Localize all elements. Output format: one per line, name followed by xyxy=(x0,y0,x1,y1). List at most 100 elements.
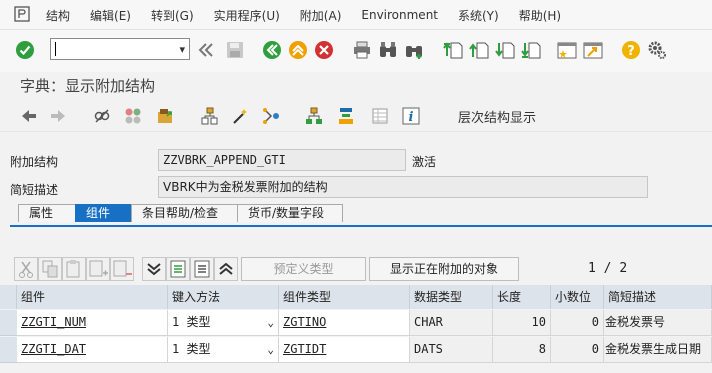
page-current: 1 xyxy=(588,261,596,276)
delete-row-icon xyxy=(113,260,132,277)
page-indicator: 1 / 2 xyxy=(588,261,627,276)
command-field[interactable]: ▾ xyxy=(50,38,190,60)
table-view-icon[interactable] xyxy=(371,107,389,125)
svg-text:i: i xyxy=(409,110,414,125)
first-entry-button[interactable] xyxy=(166,257,190,281)
col-header-typing-method[interactable]: 键入方法 xyxy=(168,285,279,309)
chevron-down-icon[interactable]: ▾ xyxy=(179,43,185,56)
short-description-label: 简短描述 xyxy=(10,183,59,197)
page-title: 字典：显示附加结构 xyxy=(20,77,156,95)
row-selector-1[interactable] xyxy=(0,310,17,336)
chevron-down-icon[interactable]: ⌄ xyxy=(267,310,274,335)
col-header-component-type[interactable]: 组件类型 xyxy=(279,285,410,309)
page-separator: / xyxy=(603,261,612,276)
hierarchy-display-button[interactable]: 层次结构显示 xyxy=(458,107,536,126)
copy-row-button[interactable] xyxy=(38,257,62,281)
table-row-1-decimals: 0 xyxy=(551,310,604,336)
title-bar: 字典：显示附加结构 xyxy=(0,72,712,100)
text-caret xyxy=(55,42,56,56)
shortcut-icon[interactable] xyxy=(583,40,603,60)
prev-page-icon[interactable] xyxy=(469,40,489,60)
tab-components[interactable]: 组件 xyxy=(75,204,132,222)
table-row-2-component-type[interactable]: ZGTIDT xyxy=(279,337,410,363)
predefined-type-button[interactable]: 预定义类型 xyxy=(241,257,366,281)
scissors-icon xyxy=(19,261,33,278)
menu-structure[interactable]: 结构 xyxy=(46,7,70,24)
hierarchy-icon[interactable] xyxy=(305,107,323,125)
table-row-2-description: 金税发票生成日期 xyxy=(604,337,712,363)
menu-edit[interactable]: 编辑(E) xyxy=(90,7,131,24)
back-double-icon[interactable] xyxy=(196,40,216,60)
application-toolbar: i 层次结构显示 xyxy=(0,100,712,132)
select-all-cell[interactable] xyxy=(0,285,17,309)
show-appended-objects-button[interactable]: 显示正在附加的对象 xyxy=(369,257,519,281)
delete-row-button[interactable] xyxy=(110,257,134,281)
display-change-icon[interactable] xyxy=(93,107,111,125)
first-entry-icon xyxy=(170,260,186,278)
table-row-1-component[interactable]: ZZGTI_NUM xyxy=(17,310,168,336)
sap-menu-icon[interactable] xyxy=(14,6,30,22)
table-row-2-typing-method[interactable]: 1 类型 ⌄ xyxy=(168,337,279,363)
menu-goto[interactable]: 转到(G) xyxy=(151,7,194,24)
last-entry-icon xyxy=(194,260,210,278)
other-object-icon[interactable] xyxy=(124,107,142,125)
col-header-short-description[interactable]: 简短描述 xyxy=(604,285,712,309)
last-page-icon[interactable] xyxy=(521,40,541,60)
menu-utilities[interactable]: 实用程序(U) xyxy=(214,7,280,24)
magic-wand-icon[interactable] xyxy=(231,107,249,125)
standard-toolbar: ▾ ? xyxy=(0,30,712,72)
activate-icon[interactable] xyxy=(156,107,174,125)
insert-row-button[interactable] xyxy=(86,257,110,281)
cancel-icon[interactable] xyxy=(314,40,334,60)
save-icon[interactable] xyxy=(225,40,245,60)
back-icon[interactable] xyxy=(262,40,282,60)
layout-icon[interactable] xyxy=(337,107,355,125)
tab-input-help-check[interactable]: 条目帮助/检查 xyxy=(131,204,238,222)
last-entry-button[interactable] xyxy=(190,257,214,281)
col-header-component[interactable]: 组件 xyxy=(17,285,168,309)
arrow-left-icon[interactable] xyxy=(20,107,38,125)
collapse-all-button[interactable] xyxy=(214,257,238,281)
navigation-icon[interactable] xyxy=(262,107,280,125)
table-row-2-length: 8 xyxy=(493,337,551,363)
next-page-icon[interactable] xyxy=(495,40,515,60)
row-selector-2[interactable] xyxy=(0,337,17,363)
help-icon[interactable]: ? xyxy=(621,40,641,60)
exit-icon[interactable] xyxy=(288,40,308,60)
paste-row-button[interactable] xyxy=(62,257,86,281)
settings-icon[interactable] xyxy=(647,40,667,60)
cut-row-button[interactable] xyxy=(14,257,38,281)
menu-system[interactable]: 系统(Y) xyxy=(458,7,499,24)
append-structure-field[interactable]: ZZVBRK_APPEND_GTI xyxy=(158,149,406,171)
where-used-icon[interactable] xyxy=(200,107,218,125)
table-row-1-length: 10 xyxy=(493,310,551,336)
short-description-field[interactable]: VBRK中为金税发票附加的结构 xyxy=(158,176,648,198)
arrow-right-icon[interactable] xyxy=(49,107,67,125)
col-header-length[interactable]: 长度 xyxy=(493,285,551,309)
table-row-1-typing-method[interactable]: 1 类型 ⌄ xyxy=(168,310,279,336)
table-row-2-component[interactable]: ZZGTI_DAT xyxy=(17,337,168,363)
find-icon[interactable] xyxy=(378,40,398,60)
check-icon[interactable] xyxy=(15,40,35,60)
find-next-icon[interactable] xyxy=(404,40,424,60)
new-session-icon[interactable] xyxy=(557,40,577,60)
table-row-1-component-type[interactable]: ZGTINO xyxy=(279,310,410,336)
insert-row-icon xyxy=(89,260,108,277)
menu-environment[interactable]: Environment xyxy=(361,8,438,22)
info-icon[interactable]: i xyxy=(402,107,420,125)
menu-bar: 结构 编辑(E) 转到(G) 实用程序(U) 附加(A) Environment… xyxy=(0,0,712,30)
tab-currency-quantity[interactable]: 货币/数量字段 xyxy=(237,204,343,222)
menu-extras[interactable]: 附加(A) xyxy=(300,7,342,24)
typing-method-label: 类型 xyxy=(186,315,211,329)
table-row-1-description: 金税发票号 xyxy=(604,310,712,336)
print-icon[interactable] xyxy=(352,40,372,60)
first-page-icon[interactable] xyxy=(443,40,463,60)
expand-all-button[interactable] xyxy=(142,257,166,281)
col-header-decimals[interactable]: 小数位 xyxy=(551,285,604,309)
chevron-down-icon[interactable]: ⌄ xyxy=(267,337,274,362)
double-chevron-up-icon xyxy=(219,262,233,275)
tab-attributes[interactable]: 属性 xyxy=(18,204,76,222)
menu-help[interactable]: 帮助(H) xyxy=(519,7,561,24)
col-header-data-type[interactable]: 数据类型 xyxy=(410,285,493,309)
typing-method-number: 1 xyxy=(172,342,180,356)
